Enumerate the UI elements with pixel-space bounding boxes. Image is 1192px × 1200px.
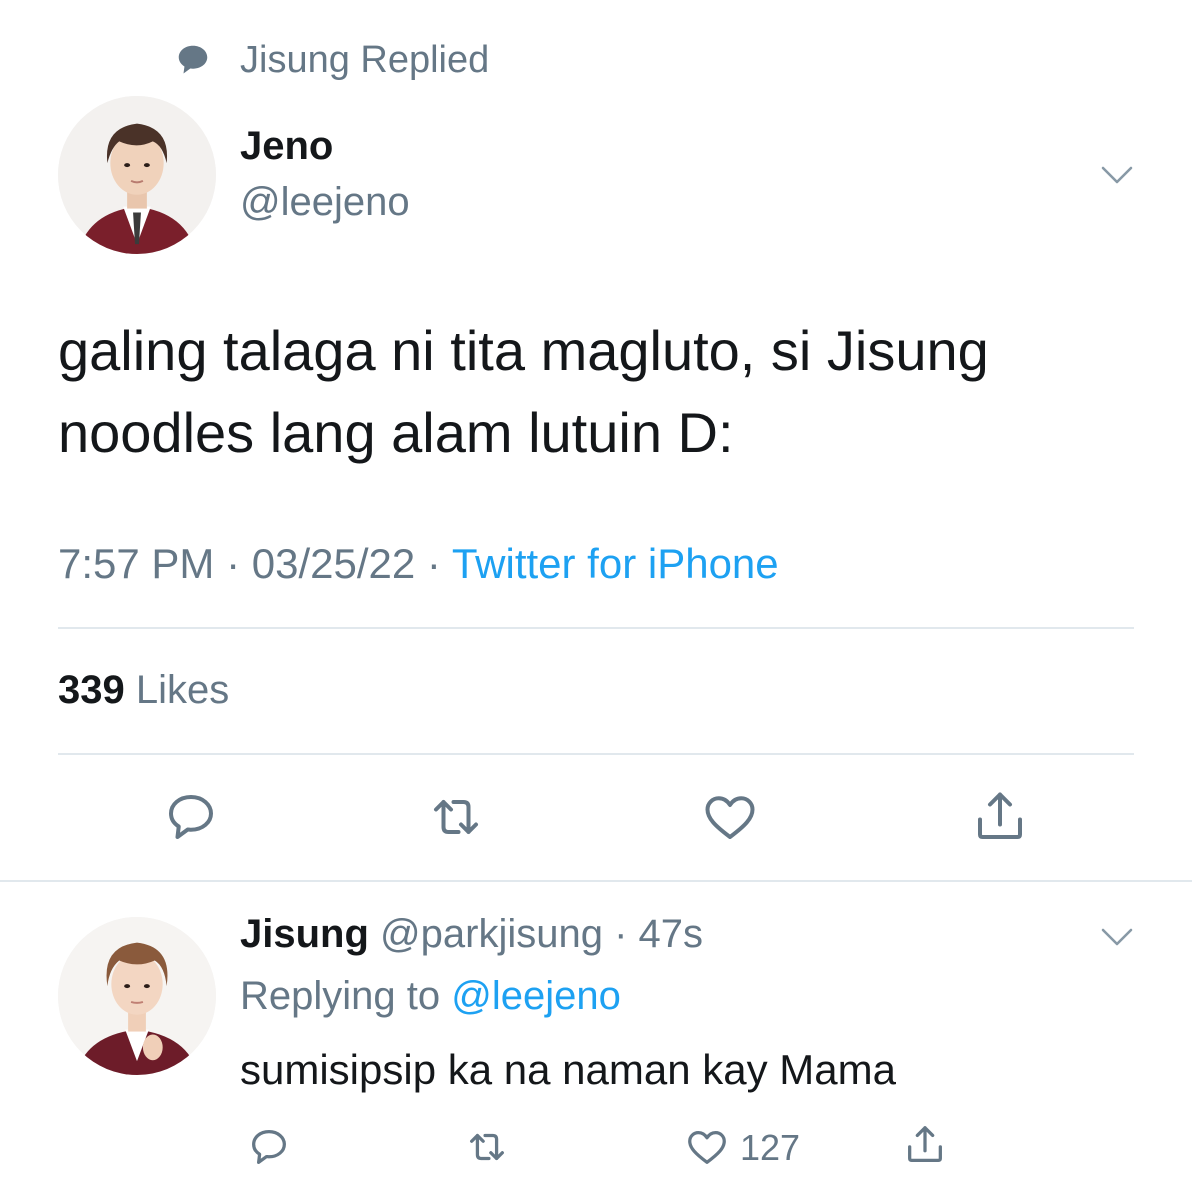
tweet-meta: 7:57 PM · 03/25/22 · Twitter for iPhone	[58, 540, 779, 588]
chevron-down-icon[interactable]	[1100, 164, 1134, 186]
divider	[58, 753, 1134, 755]
tweet-detail-screen: Jisung Replied Jeno @leejeno galing tala…	[0, 0, 1192, 1200]
avatar-photo	[58, 96, 216, 254]
likes-summary[interactable]: 339 Likes	[58, 668, 229, 713]
share-icon[interactable]	[902, 1122, 948, 1168]
retweet-icon[interactable]	[426, 787, 486, 847]
likes-label: Likes	[124, 668, 230, 712]
replying-mention-link[interactable]: @leejeno	[451, 974, 621, 1018]
likes-count: 339	[58, 668, 125, 712]
reply-icon[interactable]	[161, 787, 221, 847]
heart-icon[interactable]	[684, 1124, 730, 1170]
speech-bubble-icon	[178, 45, 208, 74]
meta-separator: ·	[602, 912, 639, 956]
divider	[58, 627, 1134, 629]
reply-like-count: 127	[740, 1127, 801, 1168]
replying-to: Replying to @leejeno	[240, 974, 621, 1019]
social-context[interactable]: Jisung Replied	[174, 36, 489, 84]
tweet-text-line: galing talaga ni tita magluto, si Jisung	[58, 319, 989, 382]
meta-separator: ·	[415, 540, 452, 587]
context-label: Jisung Replied	[240, 38, 490, 81]
author-avatar[interactable]	[58, 96, 216, 254]
tweet-text-line: noodles lang alam lutuin D:	[58, 401, 734, 464]
reply-time: 47s	[638, 912, 704, 956]
reply-author-display-name[interactable]: Jisung	[240, 912, 369, 956]
heart-icon[interactable]	[700, 787, 760, 847]
share-icon[interactable]	[970, 787, 1030, 847]
divider	[0, 880, 1192, 882]
reply-text: sumisipsip ka na naman kay Mama	[240, 1046, 896, 1093]
tweet-date: 03/25/22	[251, 540, 416, 587]
reply-icon[interactable]	[246, 1124, 292, 1170]
retweet-icon[interactable]	[464, 1124, 510, 1170]
tweet-time: 7:57 PM	[58, 540, 215, 587]
chevron-down-icon[interactable]	[1100, 926, 1134, 948]
author-handle[interactable]: @leejeno	[240, 180, 410, 225]
tweet-text: galing talaga ni tita magluto, si Jisung…	[58, 310, 1138, 474]
reply-header: Jisung @parkjisung · 47s	[240, 912, 703, 957]
replying-prefix: Replying to	[240, 974, 452, 1018]
tweet-source-link[interactable]: Twitter for iPhone	[452, 540, 779, 587]
meta-separator: ·	[214, 540, 252, 587]
author-display-name[interactable]: Jeno	[240, 124, 333, 169]
reply-author-avatar[interactable]	[58, 917, 216, 1075]
reply-author-handle[interactable]: @parkjisung	[369, 912, 603, 956]
avatar-photo	[58, 917, 216, 1075]
